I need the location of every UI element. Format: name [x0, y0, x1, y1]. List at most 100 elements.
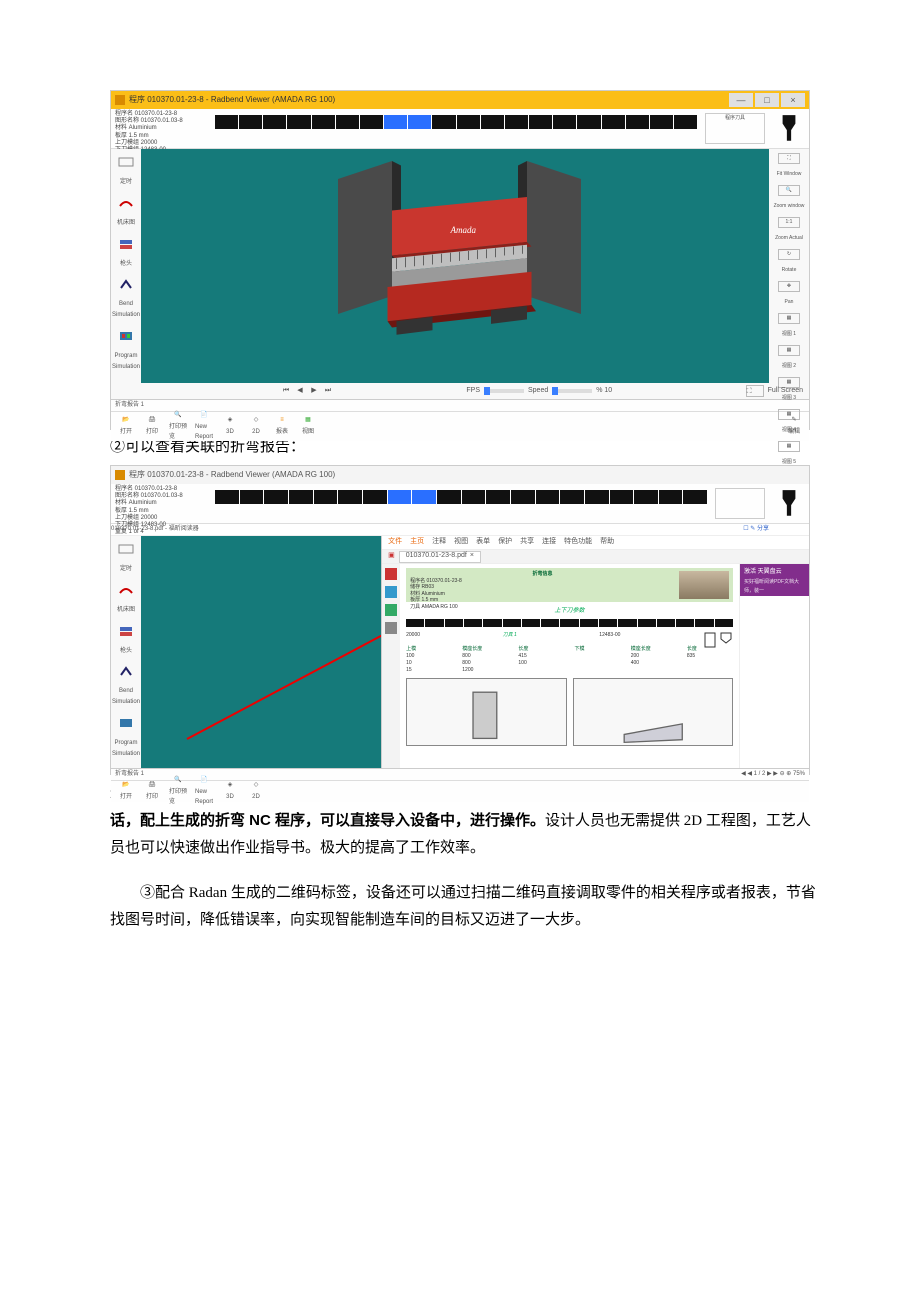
- ruler-label: 程序刀具: [706, 114, 764, 123]
- pdf-menu-item[interactable]: 帮助: [600, 536, 614, 549]
- pdf-tool-icon[interactable]: [385, 568, 397, 580]
- program-info: 程序名 010370.01-23-8 图形名称 010370.01.03-8 材…: [111, 109, 211, 148]
- pan-button[interactable]: ✥: [778, 281, 800, 292]
- pdf-menu-item[interactable]: 注释: [432, 536, 446, 549]
- view1-button[interactable]: ▦: [778, 313, 800, 324]
- screenshot-radbend-report: 程序 010370.01-23-8 - Radbend Viewer (AMAD…: [110, 465, 810, 775]
- view5-button[interactable]: ▦: [778, 441, 800, 452]
- rotate-button[interactable]: ↻: [778, 249, 800, 260]
- close-button[interactable]: ×: [781, 93, 805, 107]
- maximize-button[interactable]: □: [755, 93, 779, 107]
- report-button[interactable]: ≡报表: [273, 418, 291, 436]
- pdf-tool-icon[interactable]: [385, 622, 397, 634]
- program-info-bar: 程序名 010370.01-23-8 图形名称 010370.01.03-8 材…: [111, 109, 809, 149]
- tool-label: 定时: [120, 177, 132, 188]
- pdf-menu-item[interactable]: 连接: [542, 536, 556, 549]
- edit-button[interactable]: ✎编辑: [785, 418, 803, 436]
- window-titlebar: 程序 010370.01-23-8 - Radbend Viewer (AMAD…: [111, 91, 809, 109]
- bottom-toolbar: 📂打开 🖨打印 🔍打印预览 📄New Report ◈3D ◇2D: [111, 780, 809, 802]
- new-report-button[interactable]: 📄New Report: [195, 418, 213, 436]
- head-icon[interactable]: [117, 237, 135, 251]
- print-preview-button[interactable]: 🔍打印预览: [169, 418, 187, 436]
- 3d-viewport[interactable]: Amada: [141, 149, 769, 383]
- skip-end-button[interactable]: ⏭: [323, 386, 333, 396]
- 2d-button[interactable]: ◇2D: [247, 783, 265, 801]
- view2-button[interactable]: ▦: [778, 345, 800, 356]
- 3d-viewport[interactable]: [141, 536, 381, 768]
- view-icon[interactable]: [117, 542, 135, 556]
- bend-sim-icon[interactable]: [117, 664, 135, 678]
- speed-slider[interactable]: [552, 389, 592, 393]
- program-info: 程序名 010370.01-23-8 图形名称 010370.01.03-8 材…: [111, 484, 211, 523]
- window-title: 程序 010370.01-23-8 - Radbend Viewer (AMAD…: [129, 93, 335, 107]
- ruler-side-panel: [715, 488, 765, 519]
- tool-ruler: [211, 109, 701, 148]
- fit-window-button[interactable]: ⛶: [778, 153, 800, 164]
- pdf-menu-item[interactable]: 表单: [476, 536, 490, 549]
- tool-label: Program Simulation: [111, 351, 141, 373]
- program-sim-icon[interactable]: [117, 329, 135, 343]
- pdf-page-indicator: ◀ ◀ 1 / 2 ▶ ▶ ⊖ ⊕ 75%: [741, 769, 805, 780]
- zoom-actual-button[interactable]: 1:1: [778, 217, 800, 228]
- zoom-window-button[interactable]: 🔍: [778, 185, 800, 196]
- open-button[interactable]: 📂打开: [117, 418, 135, 436]
- prev-button[interactable]: ◀: [295, 386, 305, 396]
- rtool-label: Zoom window: [774, 202, 805, 211]
- print-button[interactable]: 🖨打印: [143, 418, 161, 436]
- fps-label: FPS: [466, 385, 480, 398]
- pdf-menu-item[interactable]: 保护: [498, 536, 512, 549]
- report-photo: [679, 571, 729, 599]
- 2d-button[interactable]: ◇2D: [247, 418, 265, 436]
- pdf-menu-item[interactable]: 主页: [410, 536, 424, 549]
- view-button[interactable]: ▦视图: [299, 418, 317, 436]
- die-profile-icon: [769, 109, 809, 148]
- play-button[interactable]: ▶: [309, 386, 319, 396]
- left-toolbar: 定时 机床图 枪头 Bend Simulation Program Simula…: [111, 536, 141, 768]
- annotation-red-line: [187, 593, 382, 740]
- pdf-menu-item[interactable]: 特色功能: [564, 536, 592, 549]
- dimension-diagram: [406, 678, 733, 746]
- tool-label: Bend Simulation: [111, 299, 141, 321]
- program-sim-icon[interactable]: [117, 716, 135, 730]
- machine-icon[interactable]: [117, 196, 135, 210]
- bend-sim-icon[interactable]: [117, 277, 135, 291]
- pdf-right-panel: 激活 天翼盘云 买好福昕阅读PDF文档大师，装一: [739, 564, 809, 768]
- new-report-button[interactable]: 📄New Report: [195, 783, 213, 801]
- pdf-tool-icon[interactable]: [385, 604, 397, 616]
- percent-label: % 10: [596, 385, 612, 398]
- right-toolbar: ⛶ Fit Window 🔍 Zoom window 1:1 Zoom Actu…: [769, 149, 809, 383]
- window-title: 程序 010370.01-23-8 - Radbend Viewer (AMAD…: [129, 468, 335, 482]
- dimension-table: 上模 100 10 15 模座长度 800 800 1200 长度: [406, 646, 733, 674]
- pdf-tab[interactable]: 010370.01-23-8.pdf×: [399, 551, 481, 563]
- fps-slider[interactable]: [484, 389, 524, 393]
- pdf-menu-item[interactable]: 文件: [388, 536, 402, 549]
- press-brake-machine: Amada: [311, 161, 599, 350]
- tool-label: 机床图: [117, 218, 135, 229]
- fullscreen-button[interactable]: ⛶: [746, 385, 764, 397]
- app-icon: [115, 470, 125, 480]
- view-icon[interactable]: [117, 155, 135, 169]
- activation-banner[interactable]: 激活 天翼盘云 买好福昕阅读PDF文档大师，装一: [740, 564, 809, 596]
- pdf-menu-item[interactable]: 共享: [520, 536, 534, 549]
- pdf-menu-item[interactable]: 视图: [454, 536, 468, 549]
- 3d-button[interactable]: ◈3D: [221, 418, 239, 436]
- skip-start-button[interactable]: ⏮: [281, 386, 291, 396]
- pdf-menu: 文件 主页 注释 视图 表单 保护 共享 连接 特色功能 帮助: [382, 536, 809, 550]
- open-button[interactable]: 📂打开: [117, 783, 135, 801]
- playback-bar: ⏮ ◀ ▶ ⏭ FPS Speed % 10 ⛶ Full Screen: [111, 383, 809, 399]
- minimize-button[interactable]: —: [729, 93, 753, 107]
- machine-icon[interactable]: [117, 583, 135, 597]
- 3d-button[interactable]: ◈3D: [221, 783, 239, 801]
- bottom-section-label: 折弯报告 1: [111, 399, 809, 411]
- head-icon[interactable]: [117, 624, 135, 638]
- pdf-title-bar: 010370.01-23-8.pdf - 福昕阅读器 ☐ ✎ 分享: [111, 524, 809, 536]
- rtool-label: Rotate: [782, 266, 797, 275]
- pdf-filename-title: 010370.01-23-8.pdf - 福昕阅读器: [111, 524, 199, 535]
- print-preview-button[interactable]: 🔍打印预览: [169, 783, 187, 801]
- rtool-label: 视图 1: [782, 330, 796, 339]
- print-button[interactable]: 🖨打印: [143, 783, 161, 801]
- pdf-tool-icon[interactable]: [385, 586, 397, 598]
- tool-label: 枪头: [120, 259, 132, 270]
- report-header-green: 折弯信息 程序名 010370.01-23-8 储存 RB03 材料 Alumi…: [406, 568, 733, 602]
- left-toolbar: 定时 机床图 枪头 Bend Simulation Program Simula…: [111, 149, 141, 383]
